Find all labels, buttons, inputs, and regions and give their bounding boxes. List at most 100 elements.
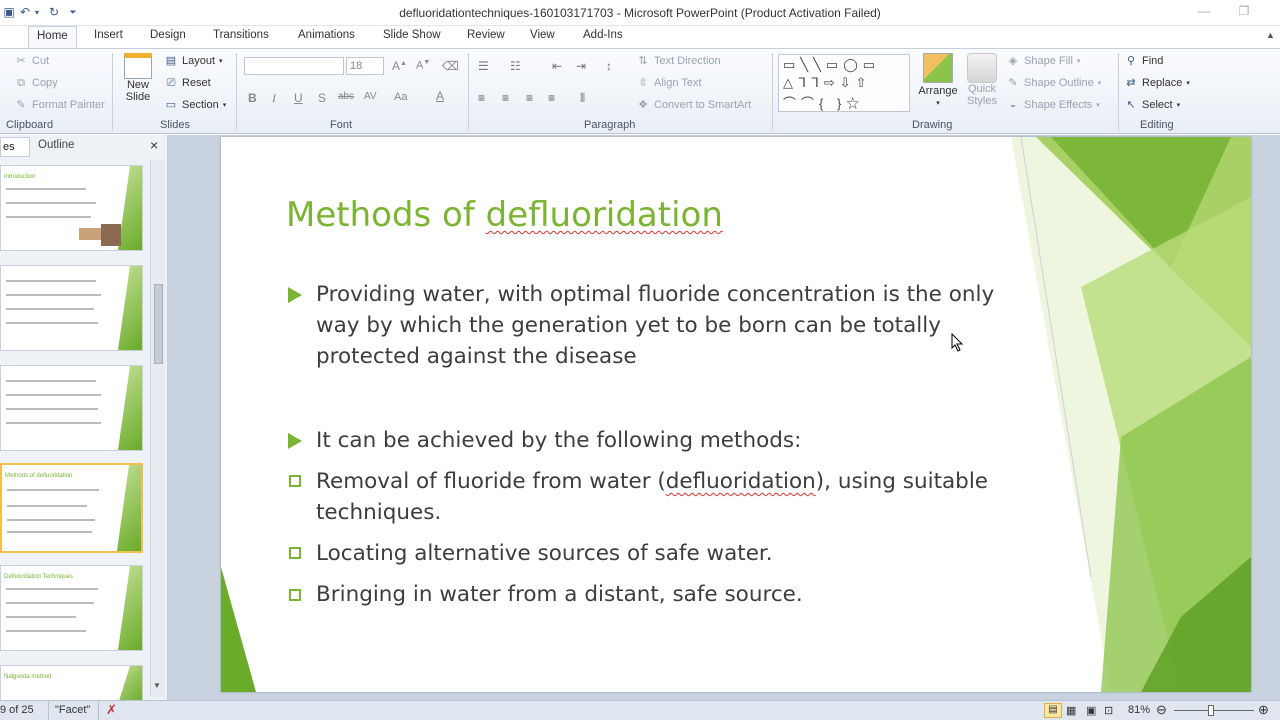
select-button[interactable]: ↖ Select ▾ <box>1124 99 1180 111</box>
ribbon-expand-icon[interactable]: ▲ <box>1266 30 1275 40</box>
format-painter-button[interactable]: ✎ Format Painter <box>14 99 104 111</box>
decrease-indent-icon[interactable]: ⇤ <box>552 59 562 73</box>
find-button[interactable]: ⚲ Find <box>1124 55 1163 67</box>
thumbnail-title: Nalgonda method <box>4 674 52 680</box>
justify-icon[interactable]: ≡ <box>548 91 555 105</box>
slideshow-icon[interactable]: ⊡ <box>1104 704 1113 717</box>
window-title: defluoridationtechniques-160103171703 - … <box>399 6 881 20</box>
zoom-level[interactable]: 81% <box>1128 704 1150 716</box>
align-left-icon[interactable]: ≡ <box>478 91 485 105</box>
tab-animations[interactable]: Animations <box>298 29 355 41</box>
scroll-down-icon[interactable]: ▼ <box>153 681 161 690</box>
shape-fill-button[interactable]: ◈ Shape Fill ▾ <box>1006 55 1081 67</box>
copy-button[interactable]: ⧉ Copy <box>14 77 58 89</box>
drawing-group-label: Drawing <box>912 119 953 131</box>
panel-scrollbar[interactable]: ▼ <box>150 160 165 697</box>
font-size-input[interactable]: 18 <box>346 57 384 75</box>
underline-button[interactable]: U <box>294 91 303 105</box>
slide-thumbnail-selected[interactable]: Methods of defluoridation <box>0 463 143 553</box>
section-button[interactable]: ▭ Section ▾ <box>164 99 226 111</box>
tab-transitions[interactable]: Transitions <box>213 29 269 41</box>
reset-icon: ⎚ <box>166 77 176 89</box>
shrink-font-button[interactable]: A▼ <box>416 59 430 72</box>
tab-home[interactable]: Home <box>28 26 77 49</box>
numbering-icon[interactable]: ☷ <box>510 59 521 73</box>
replace-button[interactable]: ⇄ Replace ▾ <box>1124 77 1190 89</box>
char-spacing-icon[interactable]: AV <box>364 91 377 102</box>
checkbox-bullet-icon <box>289 547 301 559</box>
shape-effects-button[interactable]: ◒ Shape Effects ▾ <box>1006 99 1100 111</box>
reset-button[interactable]: ⎚ Reset <box>164 77 211 89</box>
zoom-out-icon[interactable]: ⊖ <box>1156 702 1167 718</box>
strikethrough-button[interactable]: abc <box>338 91 354 102</box>
bullet-1[interactable]: Providing water, with optimal fluoride c… <box>316 279 996 372</box>
thumbnail-text-line <box>6 202 96 204</box>
slide-thumbnail[interactable] <box>0 265 143 351</box>
normal-view-icon[interactable]: ▤ <box>1044 703 1062 718</box>
tab-design[interactable]: Design <box>150 29 186 41</box>
slide-sorter-icon[interactable]: ▦ <box>1066 704 1076 717</box>
maximize-button[interactable]: ❐ <box>1232 4 1256 22</box>
thumbnail-decoration <box>118 266 142 350</box>
tab-insert[interactable]: Insert <box>94 29 123 41</box>
italic-button[interactable]: I <box>272 91 276 106</box>
minimize-button[interactable]: — <box>1192 4 1216 22</box>
bullet-2[interactable]: It can be achieved by the following meth… <box>316 425 976 456</box>
thumbnail-text-line <box>6 394 101 396</box>
font-color-icon[interactable]: A <box>436 89 444 103</box>
grow-font-button[interactable]: A▲ <box>392 59 407 73</box>
slide-thumbnail[interactable]: Introduction <box>0 165 143 251</box>
bullets-icon[interactable]: ☰ <box>478 59 489 73</box>
align-text-button[interactable]: ⇳ Align Text <box>636 77 701 89</box>
quick-styles-button[interactable]: Quick Styles <box>962 53 1002 107</box>
close-panel-button[interactable]: × <box>150 137 158 153</box>
new-slide-button[interactable]: New Slide <box>120 53 156 103</box>
thumbnail-text-line <box>7 489 99 491</box>
thumbnail-text-line <box>6 294 101 296</box>
columns-icon[interactable]: ⫴ <box>580 91 585 106</box>
reading-view-icon[interactable]: ▣ <box>1086 704 1096 717</box>
text-direction-button[interactable]: ⇅ Text Direction <box>636 55 720 67</box>
increase-indent-icon[interactable]: ⇥ <box>576 59 586 73</box>
cut-button[interactable]: ✂ Cut <box>14 55 49 67</box>
align-center-icon[interactable]: ≡ <box>502 91 509 105</box>
line-spacing-icon[interactable]: ↕ <box>606 59 612 73</box>
arrange-button[interactable]: Arrange ▾ <box>916 53 960 107</box>
thumbnail-text-line <box>6 380 96 382</box>
chevron-down-icon: ▾ <box>1186 80 1190 87</box>
sub-bullet-text-misspelled: defluoridation <box>665 469 816 494</box>
tab-slides[interactable]: es <box>0 137 30 157</box>
tab-add-ins[interactable]: Add-Ins <box>583 29 623 41</box>
tab-view[interactable]: View <box>530 29 555 41</box>
align-right-icon[interactable]: ≡ <box>526 91 533 105</box>
shape-outline-button[interactable]: ✎ Shape Outline ▾ <box>1006 77 1101 89</box>
sub-bullet-1[interactable]: Removal of fluoride from water (defluori… <box>316 466 996 528</box>
bullet-arrow-icon <box>288 287 302 303</box>
slide-thumbnail[interactable]: Nalgonda method <box>0 665 143 705</box>
slide[interactable]: Methods of defluoridation Providing wate… <box>221 137 1251 692</box>
clear-formatting-icon[interactable]: ⌫ <box>442 59 459 73</box>
bold-button[interactable]: B <box>248 91 257 105</box>
scroll-thumb[interactable] <box>154 284 163 364</box>
zoom-slider[interactable] <box>1174 710 1254 711</box>
slide-thumbnail[interactable] <box>0 365 143 451</box>
separator <box>112 53 113 131</box>
slide-title[interactable]: Methods of defluoridation <box>286 195 723 235</box>
convert-smartart-button[interactable]: ❖ Convert to SmartArt <box>636 99 751 111</box>
thumbnail-text-line <box>6 422 101 424</box>
tab-outline[interactable]: Outline <box>38 139 74 151</box>
zoom-slider-thumb[interactable] <box>1208 705 1214 716</box>
change-case-icon[interactable]: Aa <box>394 91 407 103</box>
sub-bullet-3[interactable]: Bringing in water from a distant, safe s… <box>316 579 976 610</box>
sub-bullet-2[interactable]: Locating alternative sources of safe wat… <box>316 538 976 569</box>
text-shadow-button[interactable]: S <box>318 91 326 105</box>
shapes-gallery[interactable]: ▭╲╲▭◯▭ △ᒣᒣ⇨⇩⇧ ⌒⌒{ }☆ <box>778 54 910 112</box>
font-name-input[interactable] <box>244 57 344 75</box>
tab-slide-show[interactable]: Slide Show <box>383 29 441 41</box>
zoom-in-icon[interactable]: ⊕ <box>1258 702 1269 718</box>
spell-check-icon[interactable]: ✗ <box>106 702 117 718</box>
slide-thumbnail[interactable]: Defluoridation Techniques <box>0 565 143 651</box>
thumbnail-text-line <box>6 630 86 632</box>
tab-review[interactable]: Review <box>467 29 505 41</box>
layout-button[interactable]: ▤ Layout ▾ <box>164 55 223 67</box>
